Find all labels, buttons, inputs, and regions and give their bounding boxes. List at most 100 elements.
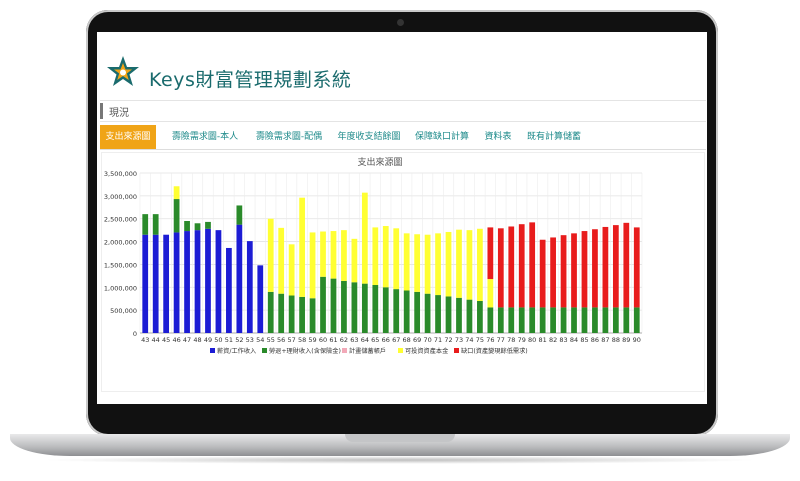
bar-segment bbox=[236, 224, 243, 333]
bar-segment bbox=[215, 230, 222, 333]
x-tick-label: 76 bbox=[486, 336, 494, 344]
legend-swatch bbox=[342, 348, 347, 353]
bar-segment bbox=[592, 307, 598, 333]
bar-segment bbox=[456, 297, 462, 333]
bar-segment bbox=[445, 296, 452, 333]
bar-segment bbox=[592, 229, 598, 308]
bar-segment bbox=[424, 293, 431, 333]
laptop-shadow bbox=[40, 456, 760, 464]
tab-life-insurance-self[interactable]: 壽險需求圖-本人 bbox=[164, 125, 246, 149]
keys-logo-icon bbox=[107, 56, 139, 86]
bar-segment bbox=[435, 295, 441, 333]
y-tick-label: 500,000 bbox=[110, 307, 137, 315]
bar-segment bbox=[403, 290, 410, 333]
legend-label: 勞退+理財收入(含保險金) bbox=[269, 347, 341, 355]
x-tick-label: 69 bbox=[413, 336, 421, 344]
legend-swatch bbox=[262, 348, 267, 353]
bar-segment bbox=[602, 307, 609, 333]
bar-segment bbox=[571, 307, 577, 333]
x-tick-label: 66 bbox=[382, 336, 390, 344]
x-tick-label: 50 bbox=[214, 336, 222, 344]
bar-segment bbox=[152, 214, 159, 235]
legend-swatch bbox=[454, 348, 459, 353]
bar-segment bbox=[205, 221, 211, 229]
y-tick-label: 3,000,000 bbox=[104, 193, 137, 201]
x-tick-label: 84 bbox=[570, 336, 578, 344]
x-tick-label: 61 bbox=[329, 336, 337, 344]
x-tick-label: 74 bbox=[465, 336, 473, 344]
bar-segment bbox=[142, 234, 149, 333]
y-tick-label: 0 bbox=[133, 330, 137, 338]
x-tick-label: 56 bbox=[277, 336, 285, 344]
legend-label: 可投資資產本金 bbox=[405, 347, 449, 355]
x-tick-label: 48 bbox=[193, 336, 201, 344]
bar-segment bbox=[560, 235, 567, 308]
x-tick-label: 57 bbox=[288, 336, 296, 344]
bar-segment bbox=[435, 233, 441, 296]
bar-segment bbox=[278, 227, 285, 294]
bar-segment bbox=[173, 199, 180, 233]
x-tick-label: 43 bbox=[141, 336, 149, 344]
x-tick-label: 71 bbox=[434, 336, 442, 344]
x-tick-label: 77 bbox=[497, 336, 505, 344]
x-tick-label: 63 bbox=[350, 336, 358, 344]
tab-expense-source[interactable]: 支出來源圖 bbox=[100, 125, 156, 149]
tab-existing-savings[interactable]: 既有計算儲蓄 bbox=[522, 125, 586, 149]
legend-swatch bbox=[398, 348, 403, 353]
x-tick-label: 49 bbox=[204, 336, 212, 344]
legend-label: 計畫儲蓄帳戶 bbox=[349, 347, 386, 355]
bar-segment bbox=[508, 307, 515, 333]
bar-segment bbox=[361, 192, 368, 284]
breadcrumb-marker bbox=[100, 103, 103, 119]
x-tick-label: 64 bbox=[361, 336, 369, 344]
tab-bar: 支出來源圖 壽險需求圖-本人 壽險需求圖-配偶 年度收支結餘圖 保障缺口計算 資… bbox=[100, 125, 706, 150]
breadcrumb-text[interactable]: 現況 bbox=[109, 104, 129, 119]
laptop-notch bbox=[345, 434, 455, 442]
bar-segment bbox=[497, 228, 504, 308]
bar-segment bbox=[539, 239, 546, 308]
bar-segment bbox=[529, 222, 536, 308]
legend-swatch bbox=[210, 348, 215, 353]
x-tick-label: 67 bbox=[392, 336, 400, 344]
bar-segment bbox=[236, 205, 243, 225]
x-tick-label: 80 bbox=[528, 336, 536, 344]
tab-coverage-gap[interactable]: 保障缺口計算 bbox=[410, 125, 474, 149]
bar-segment bbox=[550, 237, 556, 308]
x-tick-label: 73 bbox=[455, 336, 463, 344]
chart-svg: 支出來源圖 3,500,000 3,000,000 2,500,000 2,000,0… bbox=[104, 156, 643, 355]
bar-segment bbox=[466, 230, 473, 300]
tab-data-table[interactable]: 資料表 bbox=[478, 125, 518, 149]
y-tick-label: 2,500,000 bbox=[104, 216, 137, 224]
tab-life-insurance-spouse[interactable]: 壽險需求圖-配偶 bbox=[248, 125, 330, 149]
x-tick-label: 68 bbox=[403, 336, 411, 344]
x-tick-label: 54 bbox=[256, 336, 264, 344]
bar-segment bbox=[163, 234, 170, 333]
bar-segment bbox=[623, 307, 630, 333]
x-tick-label: 45 bbox=[162, 336, 170, 344]
camera-icon bbox=[397, 19, 404, 26]
bar-segment bbox=[288, 295, 295, 333]
bar-segment bbox=[393, 289, 400, 333]
bar-segment bbox=[173, 232, 180, 333]
x-tick-label: 75 bbox=[476, 336, 484, 344]
x-tick-label: 58 bbox=[298, 336, 306, 344]
app-screen: Keys財富管理規劃系統 現況 支出來源圖 壽險需求圖-本人 壽險需求圖-配偶 … bbox=[97, 32, 707, 404]
bar-segment bbox=[456, 229, 462, 298]
bar-segment bbox=[267, 291, 274, 333]
tab-annual-balance[interactable]: 年度收支結餘圖 bbox=[332, 125, 406, 149]
bar-segment bbox=[330, 278, 337, 333]
bar-segment bbox=[246, 241, 253, 333]
x-tick-label: 47 bbox=[183, 336, 191, 344]
bar-segment bbox=[560, 307, 567, 333]
x-tick-label: 72 bbox=[444, 336, 452, 344]
bar-segment bbox=[152, 234, 159, 333]
y-tick-label: 1,000,000 bbox=[104, 284, 137, 292]
bar-segment bbox=[351, 238, 358, 283]
bar-segment bbox=[173, 186, 180, 200]
bar-segment bbox=[539, 307, 546, 333]
bar-segment bbox=[382, 287, 389, 333]
bar-segment bbox=[351, 282, 358, 333]
bar-segment bbox=[278, 293, 285, 333]
y-tick-label: 3,500,000 bbox=[104, 170, 137, 178]
breadcrumb: 現況 bbox=[100, 100, 706, 122]
